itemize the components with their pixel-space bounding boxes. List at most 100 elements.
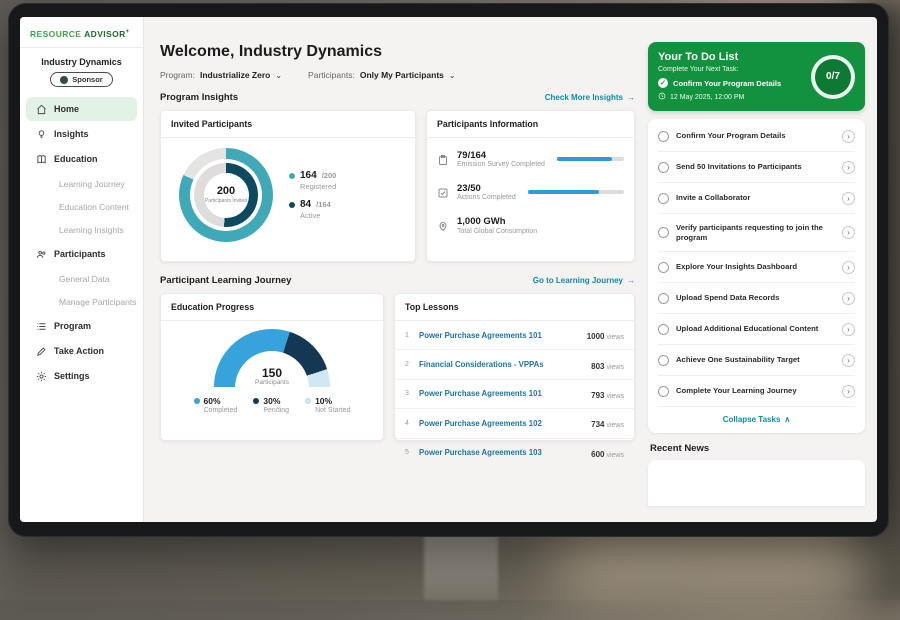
sidebar-item-label: Manage Participants <box>59 297 137 307</box>
task-checkbox[interactable] <box>658 324 669 335</box>
chevron-right-icon[interactable]: › <box>842 323 855 336</box>
chevron-right-icon[interactable]: › <box>842 292 855 305</box>
card-title: Education Progress <box>161 294 383 321</box>
chevron-right-icon[interactable]: › <box>842 130 855 143</box>
lesson-link[interactable]: Financial Considerations - VPPAs <box>419 360 585 369</box>
program-insights-header: Program Insights Check More Insights → <box>160 92 635 103</box>
task-checkbox[interactable] <box>658 262 669 273</box>
legend-value: 84 <box>300 199 311 210</box>
legend-label: Not Started <box>315 407 350 414</box>
chevron-right-icon[interactable]: › <box>842 192 855 205</box>
brand-word-2: ADVISOR <box>84 29 126 39</box>
task-label: Complete Your Learning Journey <box>676 386 835 396</box>
views-count: 1000 <box>587 332 605 341</box>
task-checkbox[interactable] <box>658 386 669 397</box>
chevron-right-icon[interactable]: › <box>842 354 855 367</box>
task-checkbox[interactable] <box>658 227 669 238</box>
lesson-row: 1 Power Purchase Agreements 101 1000view… <box>395 321 634 350</box>
sidebar: RESOURCE ADVISOR+ Industry Dynamics Spon… <box>20 17 144 522</box>
sidebar-item-label: Program <box>54 321 91 331</box>
gear-icon <box>36 371 47 382</box>
task-row[interactable]: Achieve One Sustainability Target › <box>658 345 855 376</box>
views-count: 734 <box>591 420 604 429</box>
chevron-right-icon[interactable]: › <box>842 261 855 274</box>
lesson-link[interactable]: Power Purchase Agreements 101 <box>419 331 581 340</box>
chevron-right-icon[interactable]: › <box>842 226 855 239</box>
check-more-insights-link[interactable]: Check More Insights → <box>545 93 635 102</box>
sidebar-item-education[interactable]: Education <box>26 147 137 171</box>
go-to-learning-journey-link[interactable]: Go to Learning Journey → <box>533 276 635 285</box>
collapse-tasks-link[interactable]: Collapse Tasks ∧ <box>658 407 855 429</box>
link-label: Go to Learning Journey <box>533 276 623 285</box>
chevron-up-icon: ∧ <box>784 415 790 424</box>
education-body: 150 Participants 60% Completed 30% <box>161 321 383 420</box>
lesson-rank: 4 <box>405 420 413 427</box>
task-checkbox[interactable] <box>658 293 669 304</box>
sidebar-item-learning-insights[interactable]: Learning Insights <box>26 218 137 241</box>
task-row[interactable]: Verify participants requesting to join t… <box>658 214 855 252</box>
progress-bar <box>557 157 624 161</box>
chevron-right-icon[interactable]: › <box>842 161 855 174</box>
sidebar-item-learning-journey[interactable]: Learning Journey <box>26 172 137 195</box>
task-row[interactable]: Explore Your Insights Dashboard › <box>658 252 855 283</box>
lesson-rank: 5 <box>405 449 413 456</box>
task-checkbox[interactable] <box>658 193 669 204</box>
todo-next-time: 12 May 2025, 12:00 PM <box>658 92 781 102</box>
gauge-center-label: Participants <box>214 379 330 386</box>
task-label: Verify participants requesting to join t… <box>676 223 835 243</box>
todo-title: Your To Do List <box>658 51 781 63</box>
program-dropdown[interactable]: Program: Industrialize Zero ⌄ <box>160 70 282 80</box>
participants-dropdown[interactable]: Participants: Only My Participants ⌄ <box>308 70 456 80</box>
book-icon <box>36 154 47 165</box>
lesson-link[interactable]: Power Purchase Agreements 103 <box>419 448 585 457</box>
task-checkbox[interactable] <box>658 131 669 142</box>
task-row[interactable]: Confirm Your Program Details › <box>658 121 855 152</box>
sidebar-item-general-data[interactable]: General Data <box>26 267 137 290</box>
legend-label: Completed <box>204 407 238 414</box>
arrow-right-icon: → <box>627 93 635 102</box>
task-row[interactable]: Upload Spend Data Records › <box>658 283 855 314</box>
donut-center-value: 200 <box>217 186 235 197</box>
task-row[interactable]: Invite a Collaborator › <box>658 183 855 214</box>
invited-legend: 164 /200 Registered 84 /164 <box>289 162 336 228</box>
home-icon <box>36 104 47 115</box>
legend-item-not-started: 10% Not Started <box>305 396 350 414</box>
sidebar-item-label: General Data <box>59 274 110 284</box>
sidebar-item-program[interactable]: Program <box>26 314 137 338</box>
monitor-stand <box>424 534 498 600</box>
legend-of: /164 <box>316 200 331 209</box>
todo-panel: Your To Do List Complete Your Next Task:… <box>648 42 865 522</box>
info-body: 79/164 Emission Survey Completed 23/50 A… <box>427 138 634 246</box>
lesson-link[interactable]: Power Purchase Agreements 101 <box>419 389 585 398</box>
legend-item-pending: 30% Pending <box>253 396 289 414</box>
sidebar-item-manage-participants[interactable]: Manage Participants <box>26 290 137 313</box>
task-row[interactable]: Send 50 Invitations to Participants › <box>658 152 855 183</box>
sidebar-item-participants[interactable]: Participants <box>26 242 137 266</box>
program-label: Program: <box>160 70 195 80</box>
sidebar-item-label: Education <box>54 154 98 164</box>
task-checkbox[interactable] <box>658 355 669 366</box>
lesson-link[interactable]: Power Purchase Agreements 102 <box>419 419 585 428</box>
section-title: Participant Learning Journey <box>160 275 291 286</box>
brand-word-1: RESOURCE <box>30 29 81 39</box>
learning-cards-row: Education Progress 150 Participants 60% <box>160 293 635 441</box>
task-label: Confirm Your Program Details <box>676 131 835 141</box>
sidebar-item-settings[interactable]: Settings <box>26 364 137 388</box>
task-row[interactable]: Upload Additional Educational Content › <box>658 314 855 345</box>
views-count: 793 <box>591 391 604 400</box>
legend-of: /200 <box>322 171 337 180</box>
sidebar-item-education-content[interactable]: Education Content <box>26 195 137 218</box>
sponsor-badge[interactable]: Sponsor <box>50 72 112 87</box>
task-row[interactable]: Complete Your Learning Journey › <box>658 376 855 407</box>
filters-row: Program: Industrialize Zero ⌄ Participan… <box>160 70 635 80</box>
sidebar-item-home[interactable]: Home <box>26 97 137 121</box>
sidebar-item-insights[interactable]: Insights <box>26 122 137 146</box>
sidebar-item-label: Learning Journey <box>59 179 125 189</box>
chevron-right-icon[interactable]: › <box>842 385 855 398</box>
task-label: Upload Additional Educational Content <box>676 324 835 334</box>
arrow-right-icon: → <box>627 276 635 285</box>
task-checkbox[interactable] <box>658 162 669 173</box>
sidebar-item-take-action[interactable]: Take Action <box>26 339 137 363</box>
todo-next-task: ✓ Confirm Your Program Details <box>658 78 781 88</box>
lesson-rank: 1 <box>405 332 413 339</box>
